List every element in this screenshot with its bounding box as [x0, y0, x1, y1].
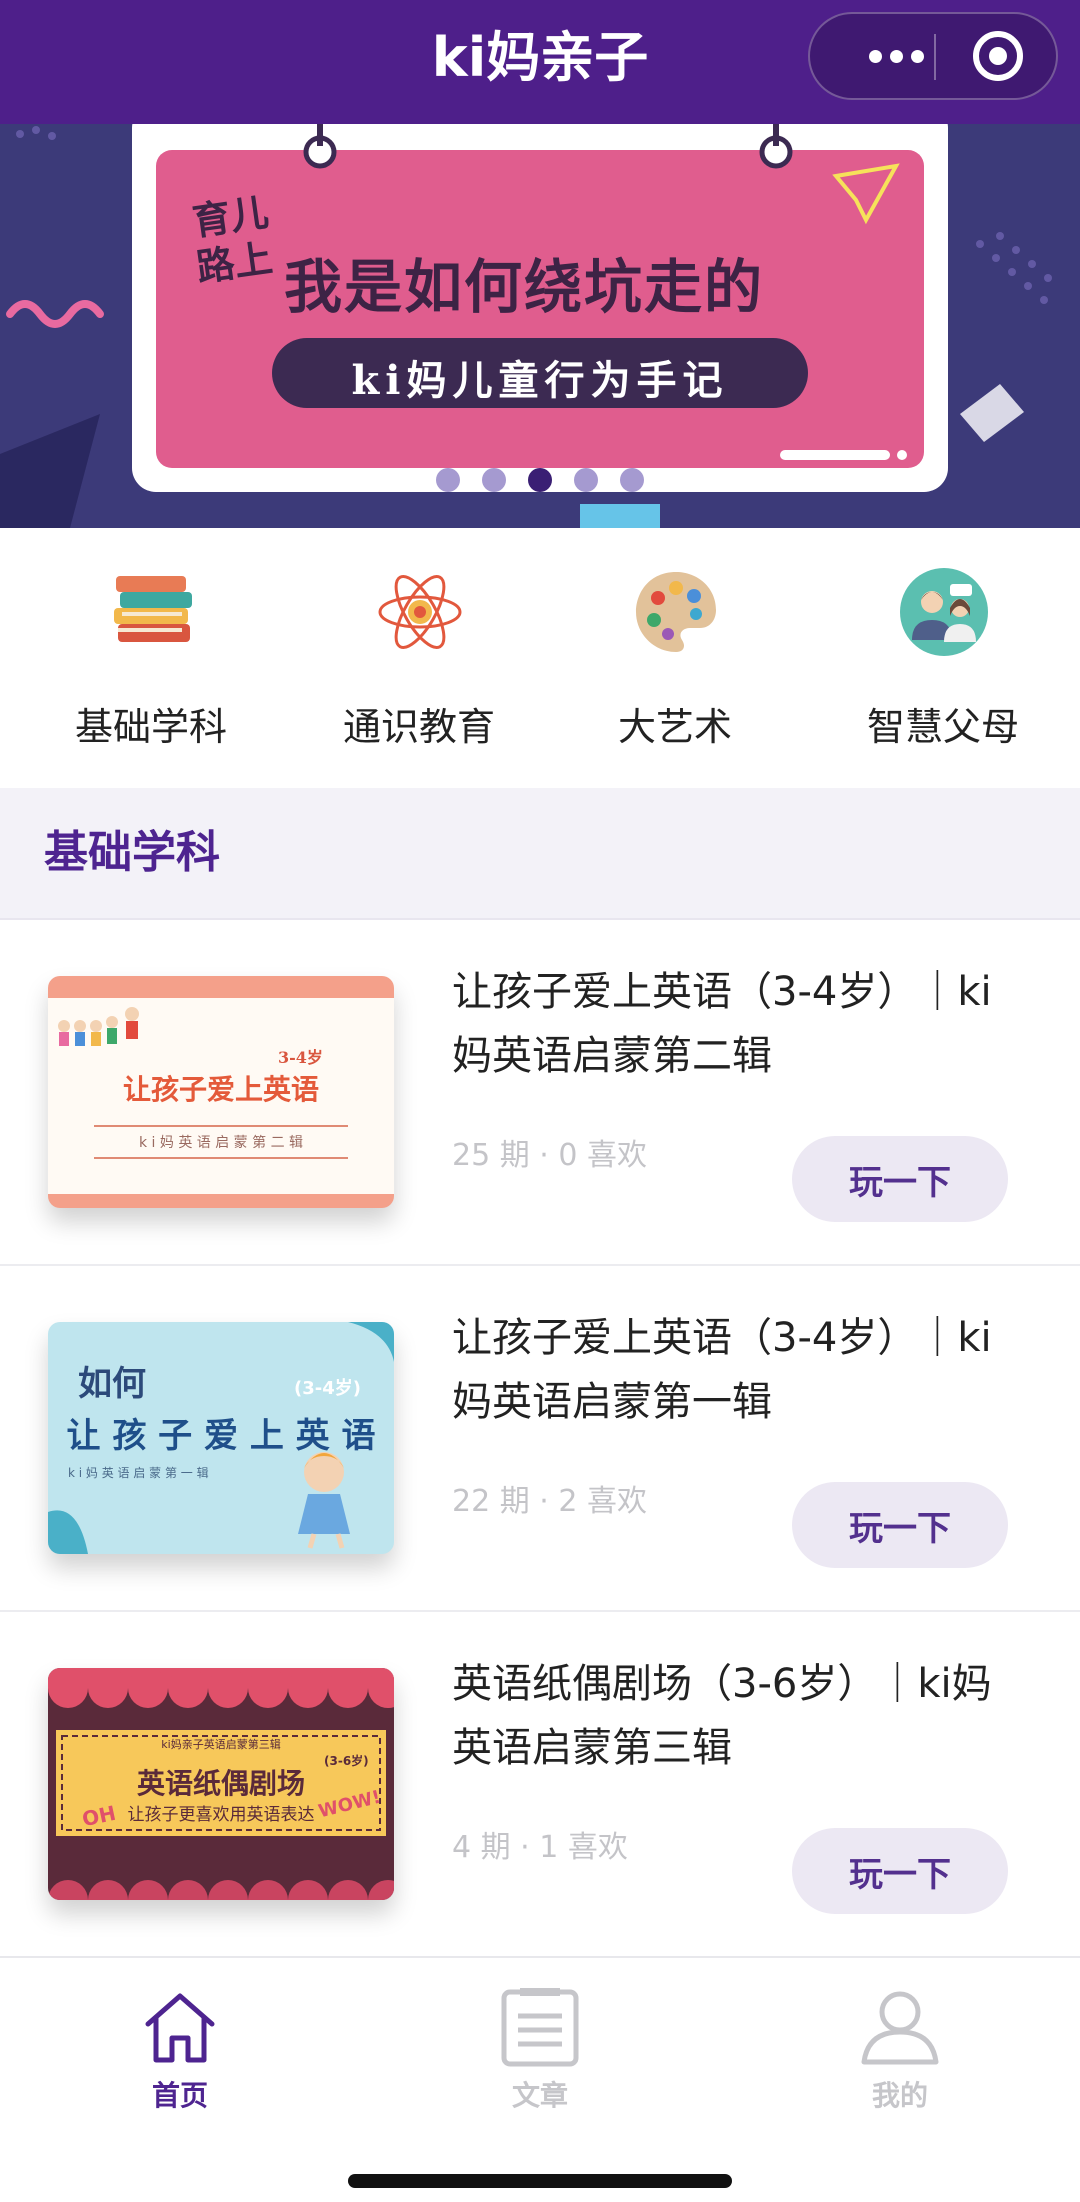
- banner-text-line2: 路上: [193, 234, 276, 291]
- thumb-subtitle: k i 妈 英 语 启 蒙 第 二 辑: [138, 1135, 304, 1151]
- course-item[interactable]: ki妈亲子英语启蒙第三辑 (3-6岁) 英语纸偶剧场 让孩子更喜欢用英语表达 O…: [0, 1612, 1080, 1958]
- pager-dot[interactable]: [436, 468, 460, 492]
- tab-home[interactable]: 首页: [80, 1988, 280, 2118]
- section-header: 基础学科: [0, 788, 1080, 920]
- course-thumbnail: ki妈亲子英语启蒙第三辑 (3-6岁) 英语纸偶剧场 让孩子更喜欢用英语表达 O…: [48, 1668, 394, 1900]
- banner-pill: ki妈儿童行为手记: [272, 338, 808, 408]
- section-title: 基础学科: [44, 827, 220, 878]
- category-label: 通识教育: [342, 705, 495, 749]
- miniprogram-capsule: [808, 12, 1058, 100]
- category-nav: 基础学科 通识教育 大艺术 智慧父母: [0, 528, 1080, 788]
- thumb-top: ki妈亲子英语启蒙第三辑: [161, 1738, 281, 1751]
- bottom-tab-bar: 首页 文章 我的: [0, 1956, 1080, 2202]
- header-bar: ki妈亲子: [0, 0, 1080, 124]
- thumb-age: (3-4岁): [294, 1378, 361, 1399]
- tab-label: 我的: [871, 2079, 928, 2112]
- category-label: 基础学科: [74, 705, 227, 749]
- more-dots-icon[interactable]: [846, 14, 946, 98]
- profile-icon: [861, 1991, 939, 2065]
- course-meta: 25 期 · 0 喜欢: [452, 1138, 647, 1173]
- course-item[interactable]: 3-4岁 让孩子爱上英语 k i 妈 英 语 启 蒙 第 二 辑 让孩子爱上英语…: [0, 920, 1080, 1266]
- tab-label: 首页: [151, 2079, 208, 2112]
- category-art[interactable]: 大艺术: [540, 568, 810, 758]
- play-button[interactable]: 玩一下: [792, 1828, 1008, 1914]
- thumb-age: 3-4岁: [278, 1048, 323, 1067]
- atom-icon: [378, 575, 462, 649]
- home-icon: [145, 1993, 215, 2063]
- category-label: 智慧父母: [866, 705, 1019, 749]
- banner-pill-text: ki妈儿童行为手记: [351, 357, 729, 404]
- course-meta: 22 期 · 2 喜欢: [452, 1484, 647, 1519]
- category-general-education[interactable]: 通识教育: [284, 568, 554, 758]
- palette-icon: [636, 572, 716, 652]
- thumb-title: 让孩子爱上英语: [122, 1073, 319, 1106]
- tab-label: 文章: [511, 2079, 568, 2112]
- home-indicator[interactable]: [348, 2174, 732, 2188]
- thumb-top: 如何: [78, 1364, 146, 1404]
- pager-dot[interactable]: [482, 468, 506, 492]
- course-item[interactable]: 如何 (3-4岁) 让 孩 子 爱 上 英 语 k i 妈 英 语 启 蒙 第 …: [0, 1266, 1080, 1612]
- course-thumbnail: 3-4岁 让孩子爱上英语 k i 妈 英 语 启 蒙 第 二 辑: [48, 976, 394, 1208]
- category-basic-subjects[interactable]: 基础学科: [16, 568, 286, 758]
- thumb-title: 让 孩 子 爱 上 英 语: [66, 1416, 376, 1456]
- parents-icon: [900, 568, 988, 656]
- course-title[interactable]: 让孩子爱上英语（3-4岁）｜ki妈英语启蒙第一辑: [452, 1306, 1012, 1434]
- course-title[interactable]: 英语纸偶剧场（3-6岁）｜ki妈英语启蒙第三辑: [452, 1652, 1012, 1780]
- course-thumbnail: 如何 (3-4岁) 让 孩 子 爱 上 英 语 k i 妈 英 语 启 蒙 第 …: [48, 1322, 394, 1554]
- carousel-pager: [0, 468, 1080, 494]
- pager-dot-active[interactable]: [528, 468, 552, 492]
- article-icon: [501, 1988, 579, 2067]
- play-button[interactable]: 玩一下: [792, 1482, 1008, 1568]
- capsule-divider: [934, 34, 936, 80]
- course-meta: 4 期 · 1 喜欢: [452, 1830, 628, 1865]
- books-icon: [114, 576, 192, 642]
- category-smart-parents[interactable]: 智慧父母: [808, 568, 1078, 758]
- target-circle-icon[interactable]: [973, 31, 1023, 81]
- thumb-subtitle: k i 妈 英 语 启 蒙 第 一 辑: [68, 1466, 209, 1480]
- category-label: 大艺术: [617, 705, 732, 749]
- course-title[interactable]: 让孩子爱上英语（3-4岁）｜ki妈英语启蒙第二辑: [452, 960, 1012, 1088]
- banner-headline: 我是如何绕坑走的: [284, 253, 765, 321]
- tab-articles[interactable]: 文章: [440, 1988, 640, 2118]
- pager-dot[interactable]: [620, 468, 644, 492]
- play-button[interactable]: 玩一下: [792, 1136, 1008, 1222]
- tab-profile[interactable]: 我的: [800, 1988, 1000, 2118]
- banner-carousel[interactable]: 育儿 路上 我是如何绕坑走的 ki妈儿童行为手记: [0, 124, 1080, 528]
- pager-dot[interactable]: [574, 468, 598, 492]
